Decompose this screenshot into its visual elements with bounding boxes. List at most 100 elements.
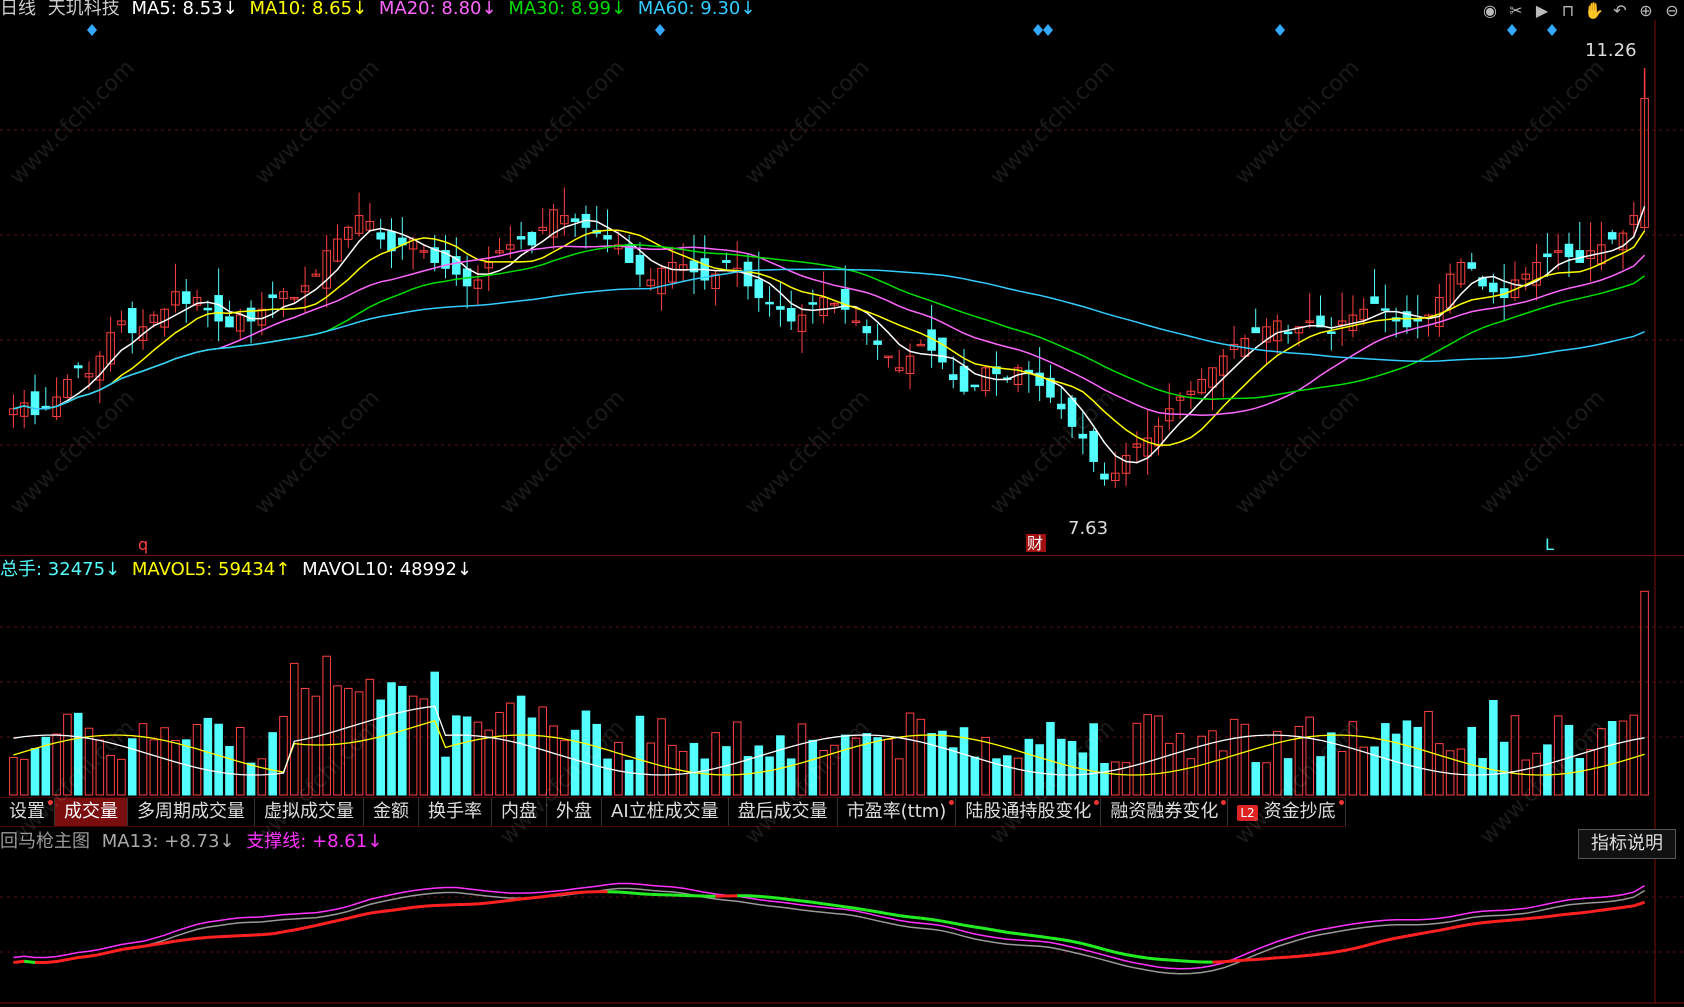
volume-bar bbox=[149, 739, 159, 796]
indicator-help-button[interactable]: 指标说明 bbox=[1578, 829, 1676, 859]
volume-bar bbox=[1348, 721, 1358, 796]
volume-bar bbox=[1402, 720, 1412, 796]
volume-bars bbox=[9, 590, 1649, 796]
candle-body bbox=[527, 232, 537, 246]
support-line-segment bbox=[229, 934, 241, 938]
tab-4[interactable]: 金额 bbox=[364, 798, 419, 826]
support-line-segment bbox=[1255, 957, 1267, 961]
new-dot-icon bbox=[1221, 800, 1227, 805]
candle-body bbox=[1078, 433, 1088, 439]
support-line-segment bbox=[391, 907, 403, 912]
candle-body bbox=[30, 391, 40, 416]
support-line-segment bbox=[423, 904, 435, 908]
support-line-segment bbox=[186, 936, 198, 942]
volume-bar bbox=[1316, 756, 1325, 796]
volume-bar bbox=[1640, 590, 1649, 796]
support-line-segment bbox=[1428, 928, 1440, 934]
volume-bar bbox=[268, 732, 277, 796]
volume-bar bbox=[192, 723, 202, 796]
support-line-segment bbox=[1190, 960, 1202, 964]
tab-10[interactable]: 市盈率(ttm) bbox=[838, 798, 957, 826]
support-line-segment bbox=[985, 927, 997, 932]
total-volume: 总手: 32475↓ bbox=[0, 559, 121, 580]
support-line-segment bbox=[1169, 958, 1181, 963]
tab-11[interactable]: 陆股通持股变化 bbox=[956, 798, 1102, 826]
support-line-segment bbox=[380, 908, 392, 914]
tab-8[interactable]: AI立桩成交量 bbox=[602, 798, 729, 826]
moving-average-lines bbox=[13, 205, 1646, 464]
tab-0[interactable]: 设置 bbox=[0, 798, 55, 826]
support-line-segment bbox=[553, 892, 565, 897]
tab-label: AI立桩成交量 bbox=[611, 801, 719, 822]
volume-bar bbox=[19, 758, 29, 796]
tab-1[interactable]: 成交量 bbox=[55, 798, 128, 826]
candle-body bbox=[959, 365, 969, 392]
support-line-segment bbox=[67, 956, 79, 962]
tab-5[interactable]: 换手率 bbox=[419, 798, 492, 826]
volume-bar bbox=[322, 655, 331, 796]
tab-13[interactable]: L2 资金抄底 bbox=[1228, 798, 1346, 826]
support-line-segment bbox=[747, 894, 759, 898]
candle-body bbox=[1089, 430, 1098, 462]
candle-body bbox=[376, 232, 385, 240]
ma13-value: MA13: +8.73↓ bbox=[101, 831, 235, 852]
volume-bar bbox=[398, 685, 407, 796]
volume-bar bbox=[1186, 758, 1196, 796]
volume-bar bbox=[614, 741, 623, 796]
diamond-marker-icon bbox=[1033, 24, 1043, 36]
support-line-segment bbox=[369, 910, 381, 915]
volume-bar bbox=[635, 715, 645, 796]
candle-body bbox=[1056, 403, 1066, 410]
tab-6[interactable]: 内盘 bbox=[492, 798, 547, 826]
volume-bar bbox=[516, 695, 526, 796]
candle-body bbox=[73, 365, 83, 369]
support-line-segment bbox=[1504, 918, 1516, 923]
tab-9[interactable]: 盘后成交量 bbox=[729, 798, 838, 826]
volume-bar bbox=[127, 738, 137, 796]
support-line-segment bbox=[877, 910, 889, 916]
volume-bar bbox=[927, 733, 936, 796]
volume-bar bbox=[1154, 715, 1163, 796]
support-line-segment bbox=[931, 918, 943, 923]
volume-bar bbox=[9, 756, 18, 796]
candle-body bbox=[1327, 331, 1336, 334]
volume-bar bbox=[732, 721, 742, 796]
support-line-segment bbox=[207, 935, 219, 939]
diamond-marker-icon bbox=[1547, 24, 1557, 36]
support-line-segment bbox=[1601, 907, 1613, 912]
new-dot-icon bbox=[1094, 800, 1100, 805]
volume-bar bbox=[1521, 759, 1531, 796]
support-line-segment bbox=[564, 891, 576, 896]
ma60-line bbox=[13, 268, 1645, 410]
high-price-label: 11.26 bbox=[1585, 40, 1637, 61]
candle-body bbox=[1283, 331, 1293, 335]
volume-bar bbox=[106, 754, 115, 796]
volume-bar bbox=[1283, 758, 1293, 796]
support-line-segment bbox=[121, 946, 133, 952]
tab-12[interactable]: 融资融券变化 bbox=[1101, 798, 1229, 826]
tab-2[interactable]: 多周期成交量 bbox=[128, 798, 255, 826]
support-line-segment bbox=[304, 924, 317, 930]
tab-3[interactable]: 虚拟成交量 bbox=[255, 798, 364, 826]
candle-body bbox=[214, 295, 223, 322]
tab-7[interactable]: 外盘 bbox=[547, 798, 602, 826]
volume-bar bbox=[894, 758, 904, 796]
indicator-name[interactable]: 回马枪主图 bbox=[0, 831, 90, 852]
diamond-marker-icon bbox=[87, 24, 97, 36]
diamond-marker-icon bbox=[1043, 24, 1053, 36]
volume-bar bbox=[452, 715, 461, 796]
marker-cai[interactable]: 财 bbox=[1027, 534, 1043, 553]
support-line-segment bbox=[899, 914, 911, 919]
support-line-segment bbox=[920, 916, 932, 921]
support-line-segment bbox=[1536, 915, 1548, 920]
support-line-segment bbox=[283, 928, 295, 934]
support-line-segment bbox=[1395, 934, 1408, 940]
volume-bar bbox=[138, 723, 148, 796]
support-line-segment bbox=[45, 960, 57, 964]
support-line-segment bbox=[974, 925, 986, 931]
kline-chart[interactable]: 11.26 7.63 q 财 L bbox=[0, 0, 1684, 1007]
support-line-segment bbox=[1471, 921, 1483, 926]
volume-bar bbox=[1089, 723, 1098, 796]
support-line-segment bbox=[834, 903, 846, 909]
volume-bar bbox=[473, 721, 483, 796]
